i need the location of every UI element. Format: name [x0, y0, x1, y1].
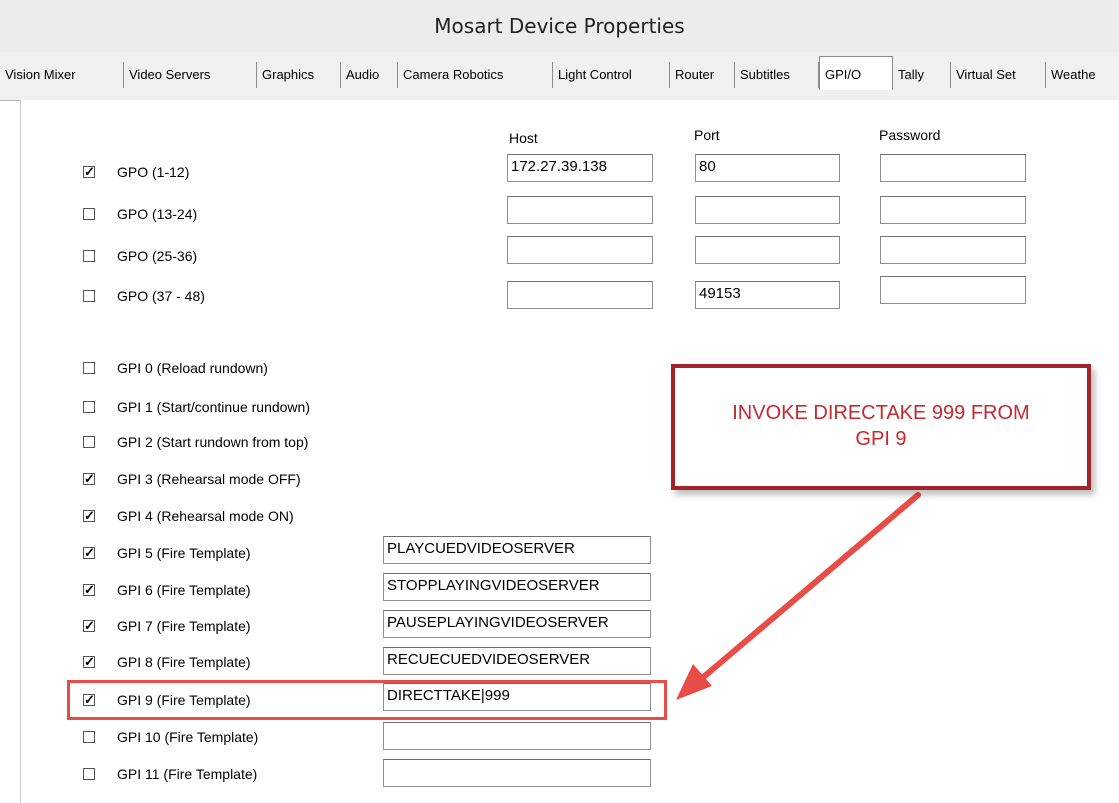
- callout-line-2: GPI 9: [855, 428, 907, 450]
- callout-text: INVOKE DIRECTAKE 999 FROM GPI 9: [685, 400, 1077, 452]
- annotation-callout: INVOKE DIRECTAKE 999 FROM GPI 9: [671, 364, 1091, 490]
- callout-line-1: INVOKE DIRECTAKE 999 FROM: [732, 402, 1030, 424]
